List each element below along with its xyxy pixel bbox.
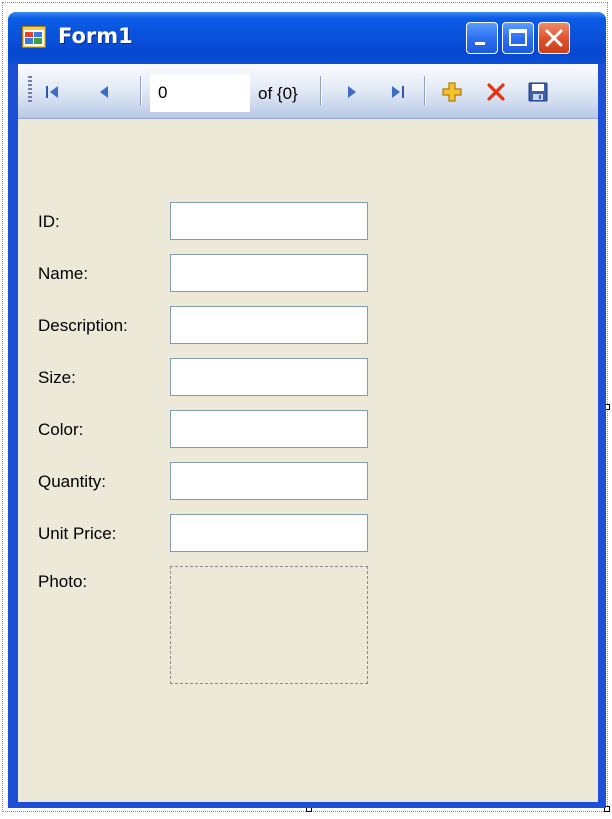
quantity-textbox[interactable] xyxy=(170,462,368,500)
id-textbox[interactable] xyxy=(170,202,368,240)
move-next-icon xyxy=(348,86,356,98)
binding-navigator: of {0} xyxy=(18,64,598,119)
toolstrip-separator xyxy=(424,76,426,106)
toolstrip-separator xyxy=(320,76,322,106)
move-last-button[interactable] xyxy=(384,78,412,106)
form-client-area: of {0} xyxy=(18,64,598,802)
toolstrip-grip[interactable] xyxy=(28,76,32,104)
save-button[interactable] xyxy=(524,78,552,106)
form-app-icon xyxy=(22,26,46,48)
minimize-button[interactable] xyxy=(466,22,498,54)
close-icon xyxy=(545,29,563,47)
delete-icon xyxy=(487,83,505,101)
title-bar[interactable]: Form1 xyxy=(8,12,606,64)
maximize-icon xyxy=(509,29,527,46)
color-textbox[interactable] xyxy=(170,410,368,448)
move-previous-icon xyxy=(100,86,108,98)
minimize-icon xyxy=(475,42,485,45)
count-label: of {0} xyxy=(258,84,298,103)
name-label: Name: xyxy=(38,264,89,283)
delete-button[interactable] xyxy=(482,78,510,106)
maximize-button[interactable] xyxy=(502,22,534,54)
unit-price-textbox[interactable] xyxy=(170,514,368,552)
name-textbox[interactable] xyxy=(170,254,368,292)
quantity-label: Quantity: xyxy=(38,472,107,491)
window-title: Form1 xyxy=(58,24,133,48)
description-label: Description: xyxy=(38,316,128,335)
save-icon xyxy=(528,82,548,102)
toolstrip-separator xyxy=(140,76,142,106)
unit-price-label: Unit Price: xyxy=(38,524,117,543)
description-textbox[interactable] xyxy=(170,306,368,344)
size-textbox[interactable] xyxy=(170,358,368,396)
position-input[interactable] xyxy=(150,74,250,112)
add-new-button[interactable] xyxy=(438,78,466,106)
photo-picturebox[interactable] xyxy=(170,566,368,684)
close-button[interactable] xyxy=(538,22,570,54)
color-label: Color: xyxy=(38,420,84,439)
add-new-icon xyxy=(442,82,462,102)
move-first-icon xyxy=(46,86,58,98)
move-last-icon xyxy=(392,86,404,98)
move-next-button[interactable] xyxy=(338,78,366,106)
form-window: Form1 0 of {0} ID: Name: Description: Si… xyxy=(8,12,606,808)
size-label: Size: xyxy=(38,368,76,387)
move-previous-button[interactable] xyxy=(90,78,118,106)
id-label: ID: xyxy=(38,212,60,231)
move-first-button[interactable] xyxy=(38,78,66,106)
photo-label: Photo: xyxy=(38,572,88,591)
